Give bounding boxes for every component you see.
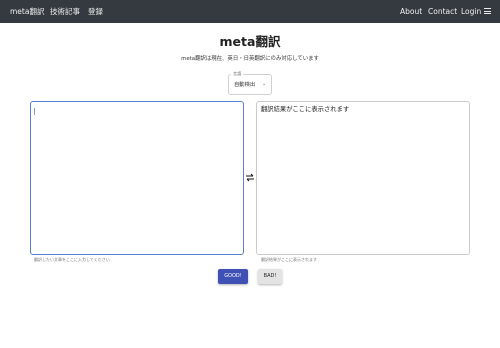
translation-output-placeholder: 翻訳結果がここに表示されます xyxy=(261,106,350,113)
chevron-down-icon: ⌄ xyxy=(262,81,267,87)
hamburger-icon[interactable] xyxy=(484,8,491,14)
text-cursor xyxy=(34,108,35,115)
page-subtitle: meta翻訳は現在、英日・日英翻訳にのみ対応しています xyxy=(181,56,319,62)
nav-about-link[interactable]: About xyxy=(400,0,422,23)
good-feedback-button[interactable]: GOOD! xyxy=(218,269,248,284)
bad-feedback-button[interactable]: BAD! xyxy=(258,269,282,284)
language-select-label: 言語 xyxy=(231,71,244,77)
nav-contact-link[interactable]: Contact xyxy=(428,0,457,23)
language-select-value: 自動検出 xyxy=(234,82,256,88)
nav-articles-link[interactable]: 技術記事 xyxy=(50,0,80,23)
swap-arrows-icon[interactable] xyxy=(245,173,255,182)
navbar: meta翻訳 技術記事 登録 About Contact Login xyxy=(0,0,500,23)
input-helper-text: 翻訳したい文章をここに入力してください xyxy=(34,257,110,262)
page-title: meta翻訳 xyxy=(219,34,281,49)
translation-output xyxy=(256,101,470,255)
output-helper-text: 翻訳結果がここに表示されます xyxy=(261,257,317,262)
nav-login-link[interactable]: Login xyxy=(461,0,481,23)
source-text-input[interactable] xyxy=(30,101,244,255)
nav-register-link[interactable]: 登録 xyxy=(88,0,103,23)
nav-brand-link[interactable]: meta翻訳 xyxy=(10,0,44,23)
